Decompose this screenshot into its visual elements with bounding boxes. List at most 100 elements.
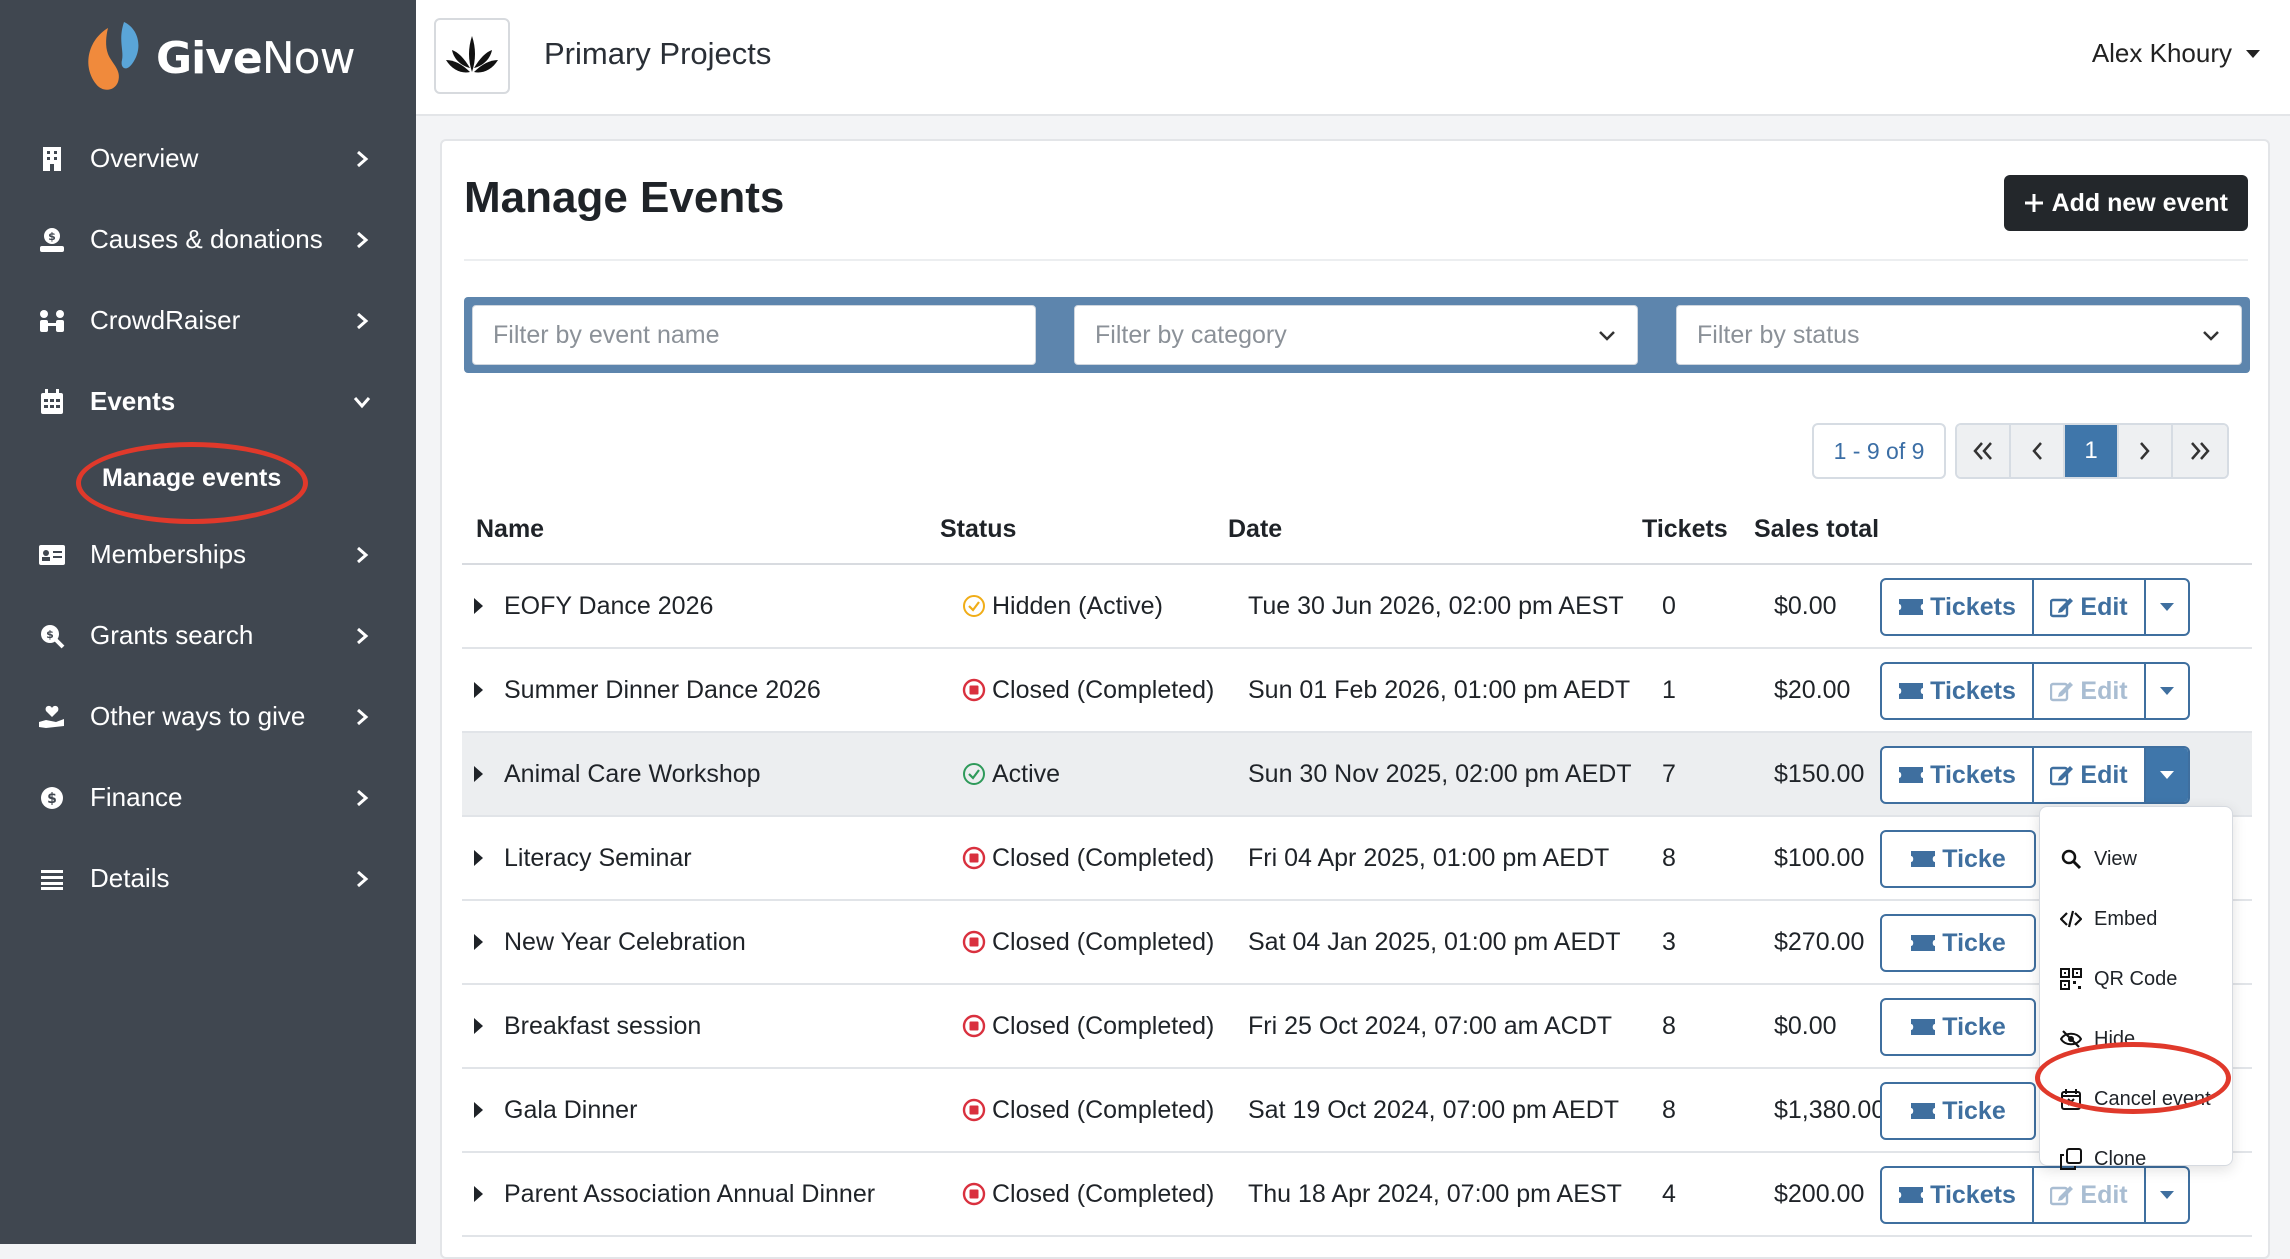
tickets-button-label: Ticke — [1942, 844, 2006, 873]
org-logo[interactable] — [434, 18, 510, 94]
first-page-button[interactable] — [1957, 425, 2011, 477]
expand-row-icon[interactable] — [474, 598, 483, 614]
expand-row-icon[interactable] — [474, 1186, 483, 1202]
sidebar-item-events[interactable]: Events — [0, 361, 416, 442]
table-row[interactable]: Animal Care Workshop Active Sun 30 Nov 202… — [462, 733, 2252, 817]
sidebar-item-crowdraiser[interactable]: CrowdRaiser — [0, 280, 416, 361]
tickets-button[interactable]: Ticke — [1882, 832, 2034, 886]
user-menu[interactable]: Alex Khoury — [2092, 38, 2260, 69]
event-status-label: Closed (Completed) — [992, 1095, 1215, 1124]
expand-row-icon[interactable] — [474, 934, 483, 950]
logo-text: GiveNow — [156, 32, 356, 84]
event-tickets: 8 — [1662, 1011, 1676, 1040]
event-tickets: 8 — [1662, 1095, 1676, 1124]
givenow-logo[interactable]: GiveNow — [78, 18, 356, 98]
row-actions-toggle[interactable] — [2146, 1168, 2188, 1222]
event-sales-total: $0.00 — [1774, 1011, 1837, 1040]
column-header-tickets[interactable]: Tickets — [1642, 515, 1728, 544]
row-actions-toggle[interactable] — [2146, 664, 2188, 718]
eye-slash-icon — [2060, 1030, 2082, 1048]
magnifier-icon — [2061, 849, 2082, 870]
edit-button[interactable]: Edit — [2034, 748, 2146, 802]
row-actions-toggle[interactable] — [2146, 580, 2188, 634]
menu-item-view[interactable]: View — [2060, 839, 2137, 879]
chevron-right-icon — [357, 870, 369, 887]
expand-row-icon[interactable] — [474, 850, 483, 866]
chevron-right-icon — [357, 231, 369, 248]
expand-row-icon[interactable] — [474, 766, 483, 782]
tickets-button[interactable]: Tickets — [1882, 1168, 2034, 1222]
ticket-icon — [1911, 1019, 1936, 1035]
last-page-button[interactable] — [2173, 425, 2227, 477]
event-sales-total: $100.00 — [1774, 843, 1865, 872]
event-status: Closed (Completed) — [962, 817, 1214, 899]
event-status: Closed (Completed) — [962, 901, 1214, 983]
highlight-ring — [2035, 1042, 2231, 1114]
sidebar-item-causes[interactable]: $ Causes & donations — [0, 199, 416, 280]
tickets-button[interactable]: Tickets — [1882, 748, 2034, 802]
code-icon — [2060, 910, 2082, 928]
svg-text:$: $ — [47, 791, 57, 807]
event-status-label: Closed (Completed) — [992, 1011, 1215, 1040]
column-header-sales-total[interactable]: Sales total — [1754, 515, 1879, 544]
sidebar-item-other-ways[interactable]: Other ways to give — [0, 676, 416, 757]
caret-down-icon — [2246, 49, 2260, 58]
tickets-button[interactable]: Ticke — [1882, 1000, 2034, 1054]
table-row[interactable]: Breakfast session Closed (Completed) Fri 2… — [462, 985, 2252, 1069]
event-tickets: 7 — [1662, 759, 1676, 788]
caret-down-icon — [2160, 687, 2174, 695]
chevron-down-icon — [353, 396, 371, 408]
menu-item-qr-code[interactable]: QR Code — [2060, 959, 2177, 999]
filter-category-select[interactable]: Filter by category — [1074, 305, 1638, 365]
sidebar-item-finance[interactable]: $ Finance — [0, 757, 416, 838]
expand-row-icon[interactable] — [474, 1018, 483, 1034]
table-row[interactable]: Parent Association Annual Dinner Closed (… — [462, 1153, 2252, 1237]
table-row[interactable]: EOFY Dance 2026 Hidden (Active) Tue 30 Jun… — [462, 565, 2252, 649]
table-row[interactable]: Gala Dinner Closed (Completed) Sat 19 Oct … — [462, 1069, 2252, 1153]
event-date: Sun 01 Feb 2026, 01:00 pm AEDT — [1248, 675, 1631, 704]
column-header-status[interactable]: Status — [940, 515, 1016, 544]
event-name: Literacy Seminar — [504, 843, 692, 872]
sidebar-item-grants-search[interactable]: $ Grants search — [0, 595, 416, 676]
event-tickets: 4 — [1662, 1179, 1676, 1208]
edit-button[interactable]: Edit — [2034, 664, 2146, 718]
table-row[interactable]: Literacy Seminar Closed (Completed) Fri 04… — [462, 817, 2252, 901]
sidebar-item-overview[interactable]: Overview — [0, 118, 416, 199]
status-active-icon — [963, 763, 985, 785]
tickets-button[interactable]: Ticke — [1882, 1084, 2034, 1138]
table-row[interactable]: Summer Dinner Dance 2026 Closed (Complete… — [462, 649, 2252, 733]
sidebar-item-details[interactable]: Details — [0, 838, 416, 919]
next-page-button[interactable] — [2119, 425, 2173, 477]
svg-text:$: $ — [48, 230, 56, 243]
status-closed-icon — [962, 930, 986, 954]
status-closed-icon — [962, 1098, 986, 1122]
tickets-button[interactable]: Ticke — [1882, 916, 2034, 970]
caret-down-icon — [2160, 1191, 2174, 1199]
filter-status-select[interactable]: Filter by status — [1676, 305, 2242, 365]
edit-button[interactable]: Edit — [2034, 580, 2146, 634]
row-actions-toggle[interactable] — [2146, 748, 2188, 802]
tickets-button[interactable]: Tickets — [1882, 664, 2034, 718]
status-closed-icon — [962, 1182, 986, 1206]
add-new-event-button[interactable]: Add new event — [2003, 175, 2248, 231]
page-button-1[interactable]: 1 — [2065, 425, 2119, 477]
event-sales-total: $0.00 — [1774, 591, 1837, 620]
column-header-name[interactable]: Name — [476, 515, 544, 544]
tickets-button[interactable]: Tickets — [1882, 580, 2034, 634]
menu-item-embed[interactable]: Embed — [2060, 899, 2157, 939]
expand-row-icon[interactable] — [474, 682, 483, 698]
column-header-date[interactable]: Date — [1228, 515, 1282, 544]
sidebar-subitem-manage-events[interactable]: Manage events — [0, 442, 416, 524]
qr-code-icon — [2060, 968, 2082, 990]
status-closed-icon — [962, 846, 986, 870]
ticket-icon — [1899, 767, 1924, 783]
event-status: Hidden (Active) — [962, 565, 1163, 647]
menu-item-clone[interactable]: Clone — [2060, 1139, 2146, 1179]
edit-button-label: Edit — [2080, 592, 2128, 621]
edit-button-label: Edit — [2080, 1180, 2128, 1209]
expand-row-icon[interactable] — [474, 1102, 483, 1118]
filter-event-name-input[interactable]: Filter by event name — [472, 305, 1036, 365]
prev-page-button[interactable] — [2011, 425, 2065, 477]
table-row[interactable]: New Year Celebration Closed (Completed) Sa… — [462, 901, 2252, 985]
sidebar-item-memberships[interactable]: Memberships — [0, 514, 416, 595]
